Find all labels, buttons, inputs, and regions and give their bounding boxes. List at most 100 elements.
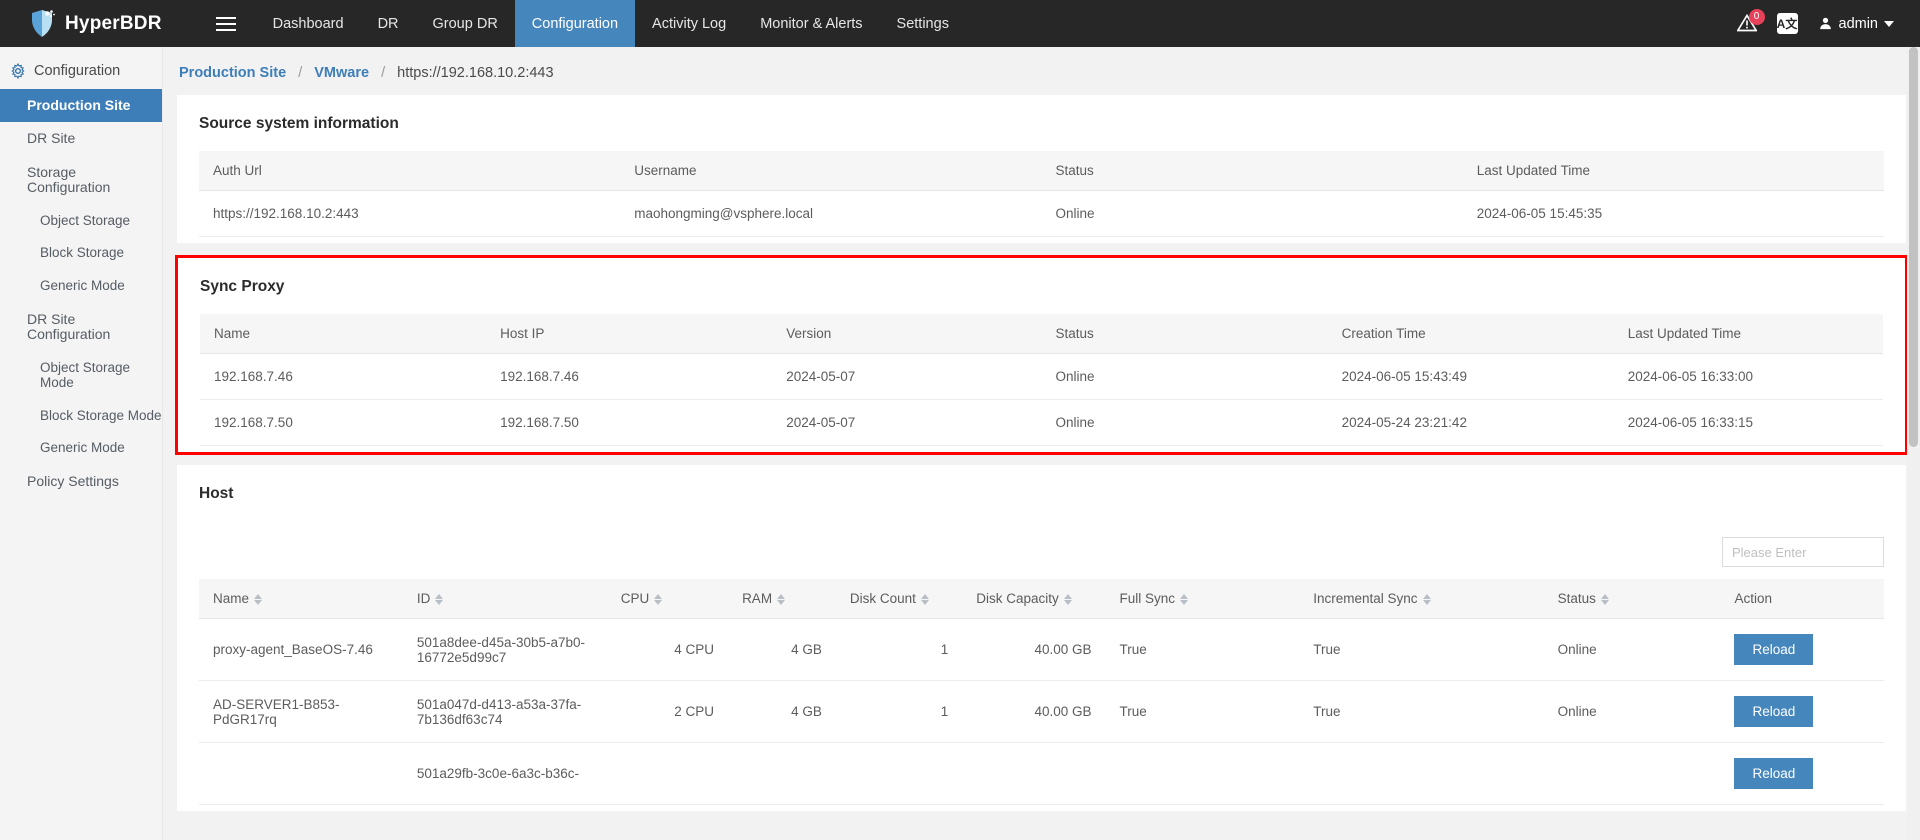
scrollbar-thumb[interactable]	[1909, 47, 1918, 447]
cell-disk-capacity: 40.00 GB	[962, 680, 1106, 743]
column-header-cpu[interactable]: CPU	[606, 579, 729, 619]
cell-cpu: 2 CPU	[606, 680, 729, 743]
cell-name: proxy-agent_BaseOS-7.46	[199, 618, 403, 681]
cell-creation-time: 2024-05-24 23:21:42	[1327, 399, 1614, 446]
cell-ram: 4 GB	[728, 680, 836, 743]
table-row: 501a29fb-3c0e-6a3c-b36c- Reload	[199, 742, 1884, 805]
column-header-id[interactable]: ID	[402, 579, 607, 619]
column-header-status[interactable]: Status	[1041, 314, 1328, 354]
sidebar-item-object-storage[interactable]: Object Storage	[0, 205, 162, 238]
column-header-username[interactable]: Username	[620, 151, 1042, 191]
column-header-status[interactable]: Status	[1543, 579, 1721, 619]
table-row: AD-SERVER1-B853-PdGR17rq 501a047d-d413-a…	[199, 680, 1884, 743]
cell-cpu	[606, 742, 729, 805]
sidebar-item-policy-settings[interactable]: Policy Settings	[0, 465, 162, 498]
sidebar-item-block-storage-mode[interactable]: Block Storage Mode	[0, 400, 162, 433]
column-header-incremental-sync[interactable]: Incremental Sync	[1299, 579, 1544, 619]
nav-item-activity-log[interactable]: Activity Log	[635, 0, 743, 47]
cell-name: 192.168.7.50	[200, 399, 487, 446]
brand[interactable]: HyperBDR	[0, 0, 176, 47]
cell-host-ip: 192.168.7.46	[486, 353, 773, 400]
column-header-last-updated-time[interactable]: Last Updated Time	[1462, 151, 1884, 191]
top-nav-right-actions: 0 A文 admin	[1735, 0, 1920, 47]
sort-icon[interactable]	[1063, 593, 1072, 605]
column-label: Name	[213, 591, 250, 606]
reload-button[interactable]: Reload	[1734, 634, 1814, 665]
column-header-creation-time[interactable]: Creation Time	[1327, 314, 1614, 354]
host-table: Name ID CPU RAM Disk Count Disk Capacity…	[199, 579, 1884, 805]
source-system-panel: Source system information Auth Url Usern…	[177, 95, 1906, 243]
column-header-full-sync[interactable]: Full Sync	[1105, 579, 1300, 619]
page-scrollbar[interactable]	[1907, 47, 1920, 840]
column-label: Disk Capacity	[976, 591, 1059, 606]
hamburger-menu-icon[interactable]	[196, 0, 256, 47]
nav-item-monitor-alerts[interactable]: Monitor & Alerts	[743, 0, 879, 47]
host-title: Host	[199, 485, 234, 502]
language-switch-icon[interactable]: A文	[1776, 13, 1798, 34]
host-search-box[interactable]	[1722, 537, 1908, 567]
user-menu[interactable]: admin	[1818, 16, 1894, 32]
alerts-button[interactable]: 0	[1735, 8, 1765, 35]
cell-id: 501a047d-d413-a53a-37fa-7b136df63c74	[402, 680, 607, 743]
column-label: ID	[416, 591, 431, 606]
sidebar-item-object-storage-mode[interactable]: Object Storage Mode	[0, 352, 162, 400]
breadcrumb: Production Site / VMware / https://192.1…	[163, 47, 1920, 95]
sidebar-item-dr-site[interactable]: DR Site	[0, 122, 162, 155]
sidebar-item-generic-mode-dr[interactable]: Generic Mode	[0, 432, 162, 465]
main-content: Production Site / VMware / https://192.1…	[163, 47, 1920, 840]
breadcrumb-production-site[interactable]: Production Site	[179, 65, 286, 81]
cell-status: Online	[1041, 399, 1328, 446]
column-header-host-ip[interactable]: Host IP	[486, 314, 773, 354]
sidebar-item-storage-configuration[interactable]: Storage Configuration	[0, 156, 162, 205]
host-search-input[interactable]	[1732, 544, 1908, 560]
sort-icon[interactable]	[777, 593, 786, 605]
sort-icon[interactable]	[435, 593, 444, 605]
nav-item-dashboard[interactable]: Dashboard	[256, 0, 361, 47]
column-header-action: Action	[1720, 579, 1884, 619]
column-header-auth-url[interactable]: Auth Url	[199, 151, 621, 191]
breadcrumb-separator-1: /	[298, 65, 303, 81]
reload-button[interactable]: Reload	[1734, 758, 1814, 789]
reload-button[interactable]: Reload	[1734, 696, 1814, 727]
column-header-name[interactable]: Name	[200, 314, 487, 354]
sidebar-item-generic-mode[interactable]: Generic Mode	[0, 270, 162, 303]
cell-full-sync: True	[1105, 618, 1300, 681]
cell-full-sync	[1105, 742, 1300, 805]
nav-item-dr[interactable]: DR	[361, 0, 416, 47]
nav-item-configuration[interactable]: Configuration	[514, 0, 636, 47]
sort-icon[interactable]	[1600, 593, 1609, 605]
nav-item-settings[interactable]: Settings	[880, 0, 966, 47]
sort-icon[interactable]	[1180, 593, 1189, 605]
column-header-last-updated-time[interactable]: Last Updated Time	[1613, 314, 1883, 354]
sort-icon[interactable]	[1422, 593, 1431, 605]
gear-icon	[11, 63, 25, 79]
cell-incremental-sync: True	[1299, 680, 1544, 743]
breadcrumb-current: https://192.168.10.2:443	[397, 65, 554, 81]
cell-full-sync: True	[1105, 680, 1300, 743]
sidebar-item-production-site[interactable]: Production Site	[0, 89, 162, 123]
breadcrumb-vmware[interactable]: VMware	[314, 65, 369, 81]
alerts-count-badge: 0	[1748, 8, 1765, 25]
sidebar-item-dr-site-configuration[interactable]: DR Site Configuration	[0, 303, 162, 352]
column-header-status[interactable]: Status	[1041, 151, 1463, 191]
sync-proxy-highlight-box: Sync Proxy Name Host IP Version Status C…	[175, 255, 1908, 455]
cell-last-updated-time: 2024-06-05 16:33:00	[1613, 353, 1883, 400]
host-panel: Host Name	[177, 465, 1908, 811]
column-header-disk-capacity[interactable]: Disk Capacity	[962, 579, 1106, 619]
cell-host-ip: 192.168.7.50	[486, 399, 773, 446]
cell-name: 192.168.7.46	[200, 353, 487, 400]
column-label: Incremental Sync	[1313, 591, 1418, 606]
sort-icon[interactable]	[254, 593, 263, 605]
cell-incremental-sync: True	[1299, 618, 1544, 681]
sort-icon[interactable]	[920, 593, 929, 605]
sort-icon[interactable]	[654, 593, 663, 605]
column-header-disk-count[interactable]: Disk Count	[835, 579, 963, 619]
column-header-ram[interactable]: RAM	[728, 579, 836, 619]
nav-item-group-dr[interactable]: Group DR	[416, 0, 515, 47]
column-header-version[interactable]: Version	[772, 314, 1042, 354]
sidebar-item-block-storage[interactable]: Block Storage	[0, 237, 162, 270]
cell-disk-count: 1	[835, 680, 963, 743]
column-header-name[interactable]: Name	[199, 579, 403, 619]
source-system-title: Source system information	[199, 115, 399, 132]
column-label: Full Sync	[1119, 591, 1176, 606]
